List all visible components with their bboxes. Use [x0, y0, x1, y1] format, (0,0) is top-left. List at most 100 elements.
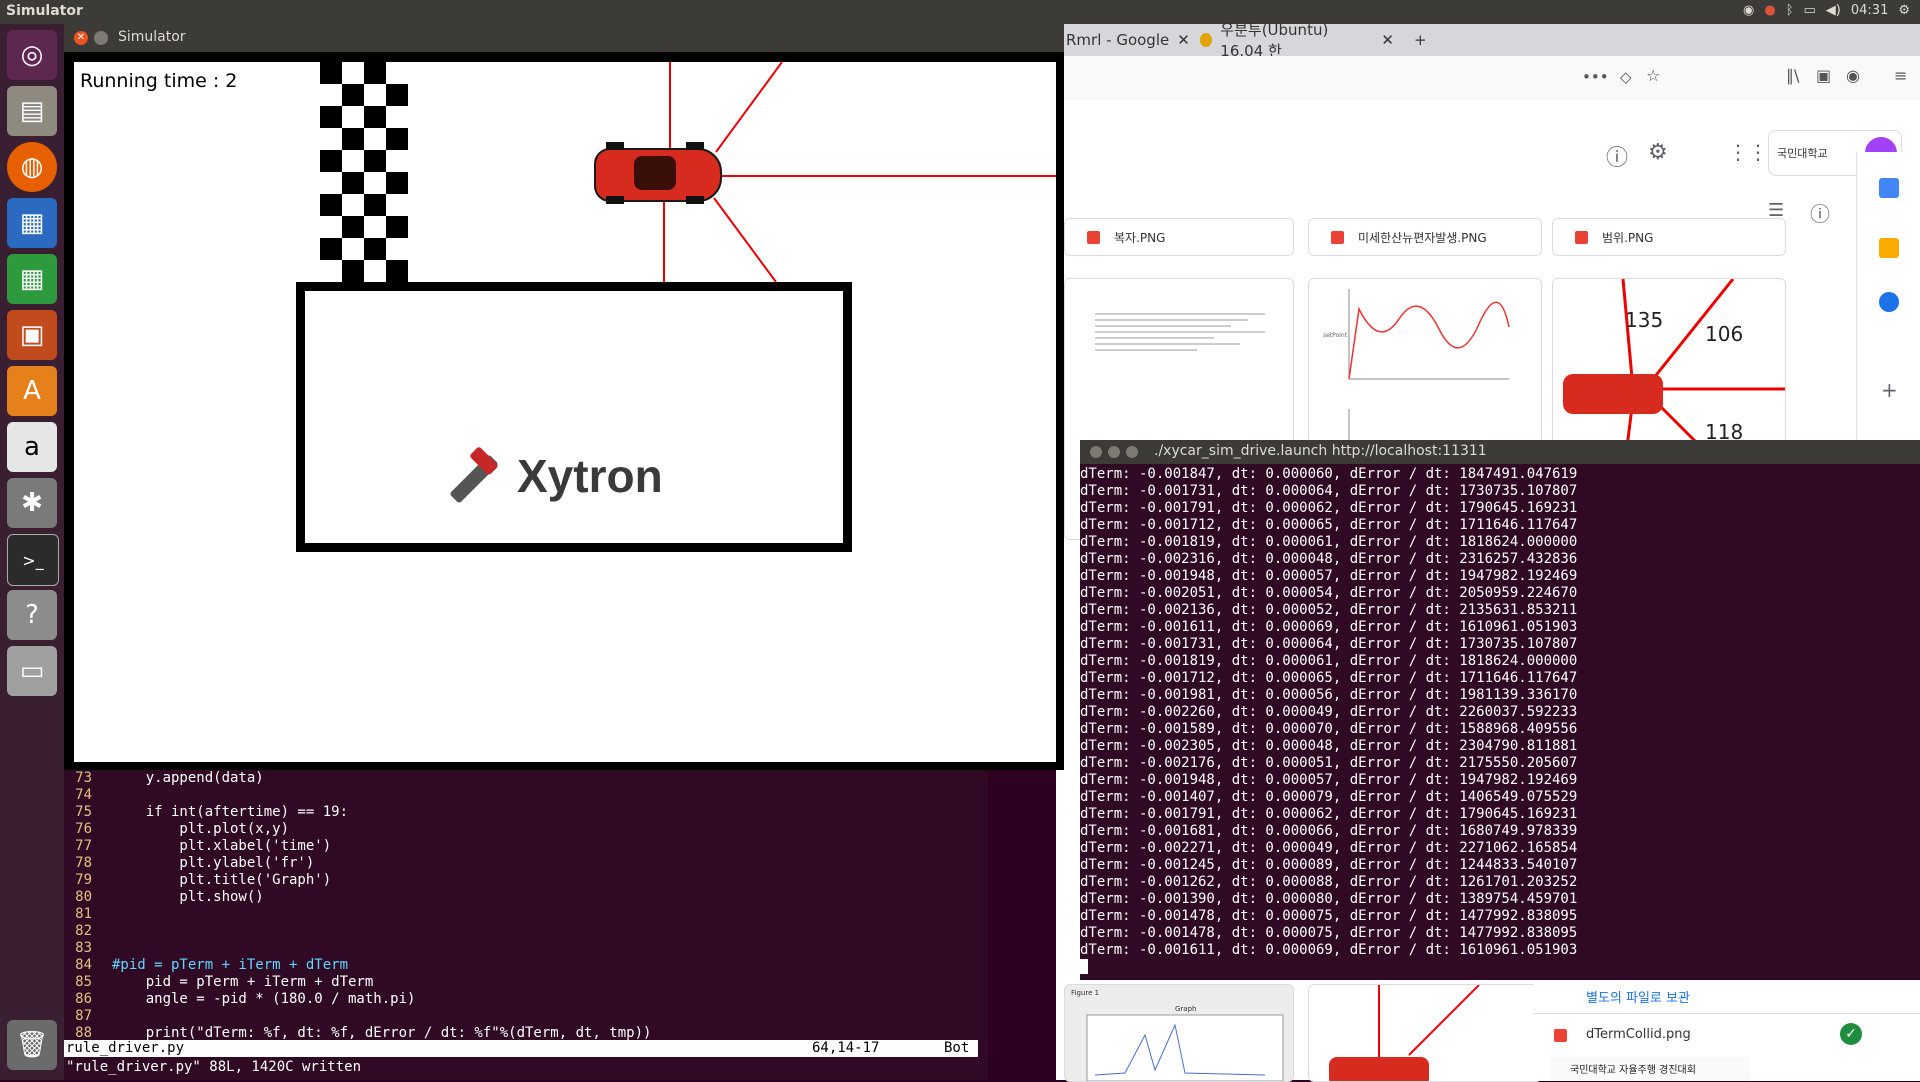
- add-icon[interactable]: +: [1881, 378, 1898, 402]
- disk-drive-icon[interactable]: ▭: [7, 646, 57, 696]
- download-file-name[interactable]: dTermCollid.png: [1586, 1027, 1691, 1042]
- close-icon[interactable]: [1090, 446, 1102, 458]
- terminal-window[interactable]: ./xycar_sim_drive.launch http://localhos…: [1080, 440, 1920, 980]
- url-bar[interactable]: ••• ◇ ☆ ∥\ ▣ ◉ ≡: [1056, 56, 1920, 101]
- keep-icon[interactable]: [1879, 238, 1899, 258]
- settings-icon[interactable]: ✱: [7, 478, 57, 528]
- status-cursor-position: 64,14-17: [812, 1040, 880, 1056]
- code-line: 75 if int(aftertime) == 19:: [64, 804, 348, 821]
- line-number: 80: [75, 889, 92, 905]
- code-line: 76 plt.plot(x,y): [64, 821, 289, 838]
- code-text: plt.show(): [112, 889, 264, 905]
- terminal-cursor: [1080, 959, 1088, 974]
- range-label-135: 135: [1625, 308, 1663, 332]
- tab-ubuntu[interactable]: 우분투(Ubuntu) 16.04 한 ✕: [1192, 21, 1402, 60]
- sidebar-icon[interactable]: ▣: [1816, 66, 1831, 85]
- car-preview: [1329, 985, 1480, 1081]
- bookmark-star-icon[interactable]: ☆: [1646, 66, 1660, 85]
- line-number: 79: [75, 872, 92, 888]
- software-center-icon[interactable]: A: [7, 366, 57, 416]
- keyboard-icon[interactable]: ●: [1764, 3, 1775, 18]
- graph-preview: [1086, 1014, 1284, 1081]
- line-number: 86: [75, 991, 92, 1007]
- calendar-icon[interactable]: [1879, 178, 1899, 198]
- terminal-line: dTerm: -0.002305, dt: 0.000048, dError /…: [1080, 738, 1578, 754]
- track-inner-wall: Xytron: [296, 282, 852, 552]
- help-icon[interactable]: ⓘ: [1606, 140, 1628, 172]
- code-line: 80 plt.show(): [64, 889, 264, 906]
- code-line: 78 plt.ylabel('fr'): [64, 855, 314, 872]
- volume-icon[interactable]: ◀): [1826, 3, 1841, 18]
- file-card-header[interactable]: 범위.PNG: [1552, 218, 1786, 256]
- battery-icon[interactable]: ▭: [1804, 3, 1816, 18]
- code-text: plt.plot(x,y): [112, 821, 290, 837]
- file-card-header[interactable]: 미세한산뉴편자발생.PNG: [1308, 218, 1542, 256]
- car-shape: [1563, 374, 1663, 414]
- minimize-icon[interactable]: [1108, 446, 1120, 458]
- vim-editor[interactable]: 73 y.append(data) 74 75 if int(aftertime) …: [64, 770, 988, 1080]
- tasks-icon[interactable]: [1879, 292, 1899, 312]
- terminal-titlebar: ./xycar_sim_drive.launch http://localhos…: [1080, 440, 1920, 464]
- active-app-name: Simulator: [6, 3, 83, 19]
- top-panel: Simulator ◉ ● ᛒ ▭ ◀) 04:31 ⚙: [0, 0, 1920, 24]
- more-icon[interactable]: •••: [1582, 68, 1609, 86]
- trash-icon[interactable]: 🗑: [7, 1020, 57, 1070]
- simulation-canvas[interactable]: Running time : 2 Xytron: [74, 62, 1056, 762]
- terminal-line: dTerm: -0.002260, dt: 0.000049, dError /…: [1080, 704, 1578, 720]
- line-number: 82: [75, 923, 92, 939]
- help-icon[interactable]: ?: [7, 590, 57, 640]
- bluetooth-icon[interactable]: ᛒ: [1786, 3, 1794, 18]
- account-icon[interactable]: ◉: [1846, 66, 1860, 85]
- file-name: 미세한산뉴편자발생.PNG: [1358, 230, 1487, 245]
- terminal-line: dTerm: -0.001712, dt: 0.000065, dError /…: [1080, 670, 1578, 686]
- menu-icon[interactable]: ≡: [1894, 66, 1907, 85]
- status-file-name: rule_driver.py: [66, 1040, 185, 1056]
- terminal-line: dTerm: -0.001948, dt: 0.000057, dError /…: [1080, 568, 1578, 584]
- settings-gear-icon[interactable]: ⚙: [1648, 140, 1668, 165]
- impress-icon[interactable]: ▣: [7, 310, 57, 360]
- line-number: 87: [75, 1008, 92, 1024]
- file-thumbnail-car[interactable]: [1308, 984, 1542, 1082]
- org-name: 국민대학교: [1777, 147, 1828, 160]
- tab-strip: Rmrl - Google ✕ 우분투(Ubuntu) 16.04 한 ✕ +: [1056, 21, 1920, 60]
- vim-statusline: rule_driver.py 64,14-17 Bot: [64, 1040, 978, 1057]
- minimize-icon[interactable]: [94, 31, 108, 45]
- library-icon[interactable]: ∥\: [1786, 66, 1799, 85]
- pocket-icon[interactable]: ◇: [1620, 68, 1632, 86]
- terminal-line: dTerm: -0.001731, dt: 0.000064, dError /…: [1080, 483, 1578, 499]
- simulator-window[interactable]: ✕ Simulator Running time : 2 Xytron: [64, 24, 1064, 770]
- wifi-icon[interactable]: ◉: [1743, 3, 1754, 18]
- image-file-icon: [1554, 1029, 1567, 1042]
- simulator-title: Simulator: [118, 29, 186, 45]
- files-icon[interactable]: ▤: [7, 86, 57, 136]
- vim-message: "rule_driver.py" 88L, 1420C written: [66, 1059, 362, 1075]
- simulator-titlebar: ✕ Simulator: [64, 24, 1064, 52]
- code-text: y.append(data): [112, 770, 264, 786]
- code-line: 84 #pid = pTerm + iTerm + dTerm: [64, 957, 348, 974]
- terminal-line: dTerm: -0.002051, dt: 0.000054, dError /…: [1080, 585, 1578, 601]
- info-icon[interactable]: ⓘ: [1810, 198, 1830, 227]
- close-icon[interactable]: ✕: [1381, 31, 1394, 49]
- save-as-link[interactable]: 별도의 파일로 보관: [1586, 987, 1690, 1006]
- code-line: 82: [64, 923, 112, 940]
- close-icon[interactable]: ✕: [1177, 31, 1190, 49]
- gear-icon[interactable]: ⚙: [1898, 3, 1910, 18]
- file-thumbnail-figure[interactable]: Figure 1 Graph: [1064, 984, 1294, 1082]
- code-text: if int(aftertime) == 19:: [112, 804, 349, 820]
- image-file-icon: [1331, 230, 1344, 244]
- clock[interactable]: 04:31: [1851, 3, 1888, 18]
- amazon-icon[interactable]: a: [7, 422, 57, 472]
- maximize-icon[interactable]: [1126, 446, 1138, 458]
- file-name: 복자.PNG: [1114, 230, 1166, 245]
- writer-icon[interactable]: ▦: [7, 198, 57, 248]
- xytron-logo-text: Xytron: [517, 450, 663, 502]
- ubuntu-dash-icon[interactable]: ◎: [7, 30, 57, 80]
- terminal-output[interactable]: dTerm: -0.001847, dt: 0.000060, dError /…: [1080, 466, 1920, 976]
- new-tab-button[interactable]: +: [1406, 24, 1435, 56]
- car-sprite: [594, 142, 722, 204]
- firefox-icon[interactable]: ◍: [7, 142, 57, 192]
- file-card-header[interactable]: 복자.PNG: [1064, 218, 1294, 256]
- close-icon[interactable]: ✕: [74, 31, 88, 45]
- calc-icon[interactable]: ▦: [7, 254, 57, 304]
- terminal-icon[interactable]: >_: [7, 534, 59, 586]
